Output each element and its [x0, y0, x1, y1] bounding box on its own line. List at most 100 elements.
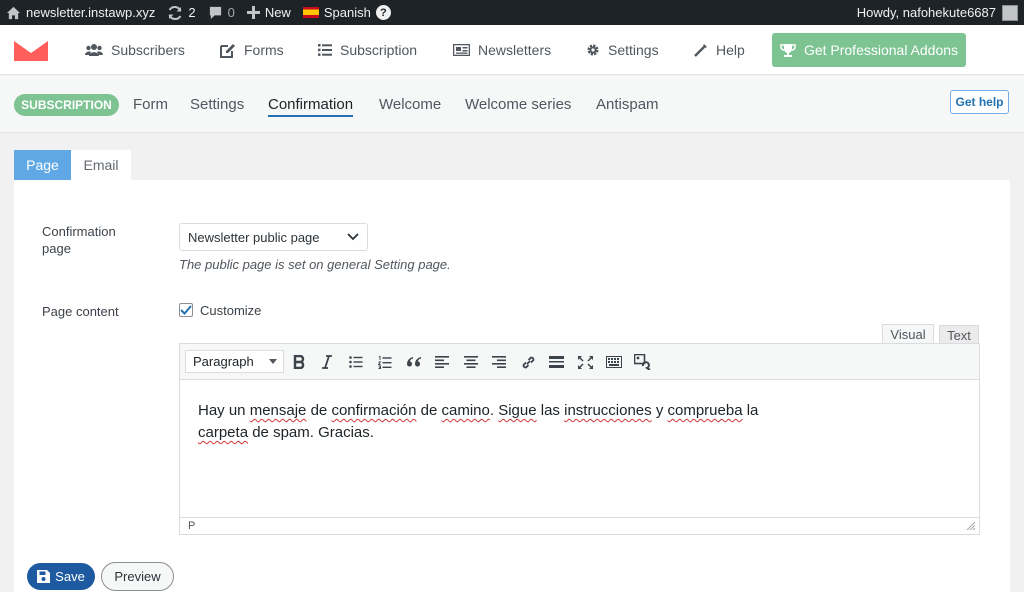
misspelled-word: instrucciones [564, 402, 652, 419]
text-run: . [489, 402, 499, 419]
updates-icon [168, 5, 182, 20]
text-run: la [742, 402, 759, 419]
spain-flag-icon [302, 7, 319, 18]
newspaper-icon [453, 44, 470, 56]
comments-count: 0 [227, 5, 235, 20]
align-left-icon [435, 356, 449, 368]
tab-form[interactable]: Form [133, 96, 168, 113]
save-button[interactable]: Save [27, 563, 95, 590]
align-right-icon [492, 356, 506, 368]
toolbar-toggle-button[interactable] [604, 352, 624, 372]
editor-tab-text[interactable]: Text [939, 325, 979, 344]
tab-email[interactable]: Email [71, 150, 131, 180]
chevron-down-icon [347, 233, 359, 241]
get-professional-addons-button[interactable]: Get Professional Addons [772, 33, 966, 67]
nav-subscribers-label: Subscribers [111, 42, 185, 58]
editor-tab-visual[interactable]: Visual [882, 324, 934, 344]
caret-down-icon [269, 359, 277, 364]
magic-wand-icon [694, 44, 707, 57]
comment-icon [209, 6, 221, 19]
confirmation-page-label: Confirmation page [42, 224, 116, 256]
admin-bar-language[interactable]: Spanish ? [297, 0, 397, 25]
updates-count: 2 [188, 5, 196, 20]
align-center-icon [464, 356, 478, 368]
gear-icon [587, 44, 599, 56]
tab-settings[interactable]: Settings [190, 96, 244, 113]
get-help-button[interactable]: Get help [950, 90, 1009, 114]
nav-forms-label: Forms [244, 42, 284, 58]
text-run: de spam. Gracias. [248, 424, 374, 441]
nav-forms[interactable]: Forms [220, 25, 284, 75]
checkmark-icon [180, 305, 192, 315]
editor-line-1: Hay un mensaje de confirmación de camino… [198, 400, 961, 422]
align-center-button[interactable] [461, 352, 481, 372]
subscription-badge: SUBSCRIPTION [14, 94, 119, 116]
users-icon [85, 44, 103, 56]
admin-bar-updates[interactable]: 2 [161, 0, 201, 25]
subscription-subnav: SUBSCRIPTION Form Settings Confirmation … [0, 76, 1024, 133]
customize-checkbox[interactable] [179, 303, 193, 317]
edit-icon [220, 43, 235, 58]
admin-bar-comments[interactable]: 0 [202, 0, 241, 25]
howdy-greeting: Howdy, nafohekute6687 [856, 5, 996, 20]
text-run: y [651, 402, 668, 419]
shortcode-button[interactable] [632, 352, 652, 372]
confirmation-page-hint: The public page is set on general Settin… [179, 257, 451, 272]
language-label: Spanish [323, 5, 371, 20]
admin-bar-site[interactable]: newsletter.instawp.xyz [0, 0, 161, 25]
tab-welcome-series[interactable]: Welcome series [465, 96, 571, 113]
new-label: New [264, 5, 291, 20]
format-select[interactable]: Paragraph [185, 350, 284, 373]
fullscreen-button[interactable] [575, 352, 595, 372]
site-name: newsletter.instawp.xyz [26, 5, 156, 20]
preview-button[interactable]: Preview [101, 562, 174, 591]
editor-toolbar: Paragraph [179, 343, 980, 380]
align-right-button[interactable] [489, 352, 509, 372]
nav-settings-label: Settings [608, 42, 659, 58]
admin-bar-account[interactable]: Howdy, nafohekute6687 [856, 4, 1024, 21]
nav-newsletters-label: Newsletters [478, 42, 552, 58]
save-icon [37, 570, 51, 583]
help-circle-icon[interactable]: ? [375, 5, 391, 20]
customize-label[interactable]: Customize [200, 303, 261, 318]
align-left-button[interactable] [432, 352, 452, 372]
admin-bar-new[interactable]: New [241, 0, 297, 25]
tab-page[interactable]: Page [14, 150, 71, 180]
insert-link-button[interactable] [518, 352, 538, 372]
quote-icon [406, 356, 421, 366]
format-select-value: Paragraph [193, 354, 254, 369]
shortcode-icon [633, 354, 651, 370]
italic-icon [322, 355, 332, 369]
nav-help-label: Help [716, 42, 745, 58]
read-more-button[interactable] [546, 352, 566, 372]
tab-confirmation[interactable]: Confirmation [268, 96, 354, 117]
blockquote-button[interactable] [404, 352, 424, 372]
nav-subscribers[interactable]: Subscribers [85, 25, 185, 75]
resize-handle-icon[interactable] [966, 521, 976, 531]
nav-subscription[interactable]: Subscription [318, 25, 417, 75]
tab-antispam[interactable]: Antispam [596, 96, 659, 113]
nav-settings[interactable]: Settings [586, 25, 659, 75]
list-icon [318, 44, 332, 56]
admin-bar: newsletter.instawp.xyz 2 0 New Spanish ?… [0, 0, 1024, 25]
confirmation-page-select[interactable]: Newsletter public page [179, 223, 368, 251]
newsletter-logo[interactable] [14, 41, 48, 61]
keyboard-icon [606, 356, 622, 368]
editor-content-area[interactable]: Hay un mensaje de confirmación de camino… [179, 380, 980, 517]
nav-newsletters[interactable]: Newsletters [453, 25, 551, 75]
misspelled-word: comprueba [667, 402, 743, 419]
trophy-icon [780, 43, 796, 57]
tab-welcome[interactable]: Welcome [379, 96, 441, 113]
bullet-list-button[interactable] [346, 352, 366, 372]
text-run: las [536, 402, 565, 419]
misspelled-word: confirmación [331, 402, 417, 419]
save-label: Save [55, 569, 85, 584]
bold-button[interactable] [289, 352, 309, 372]
numbered-list-button[interactable] [375, 352, 395, 372]
element-path[interactable]: P [188, 520, 195, 532]
text-run: Hay un [198, 402, 250, 419]
nav-help[interactable]: Help [694, 25, 745, 75]
avatar [1002, 4, 1018, 21]
misspelled-word: mensaje [249, 402, 307, 419]
italic-button[interactable] [317, 352, 337, 372]
